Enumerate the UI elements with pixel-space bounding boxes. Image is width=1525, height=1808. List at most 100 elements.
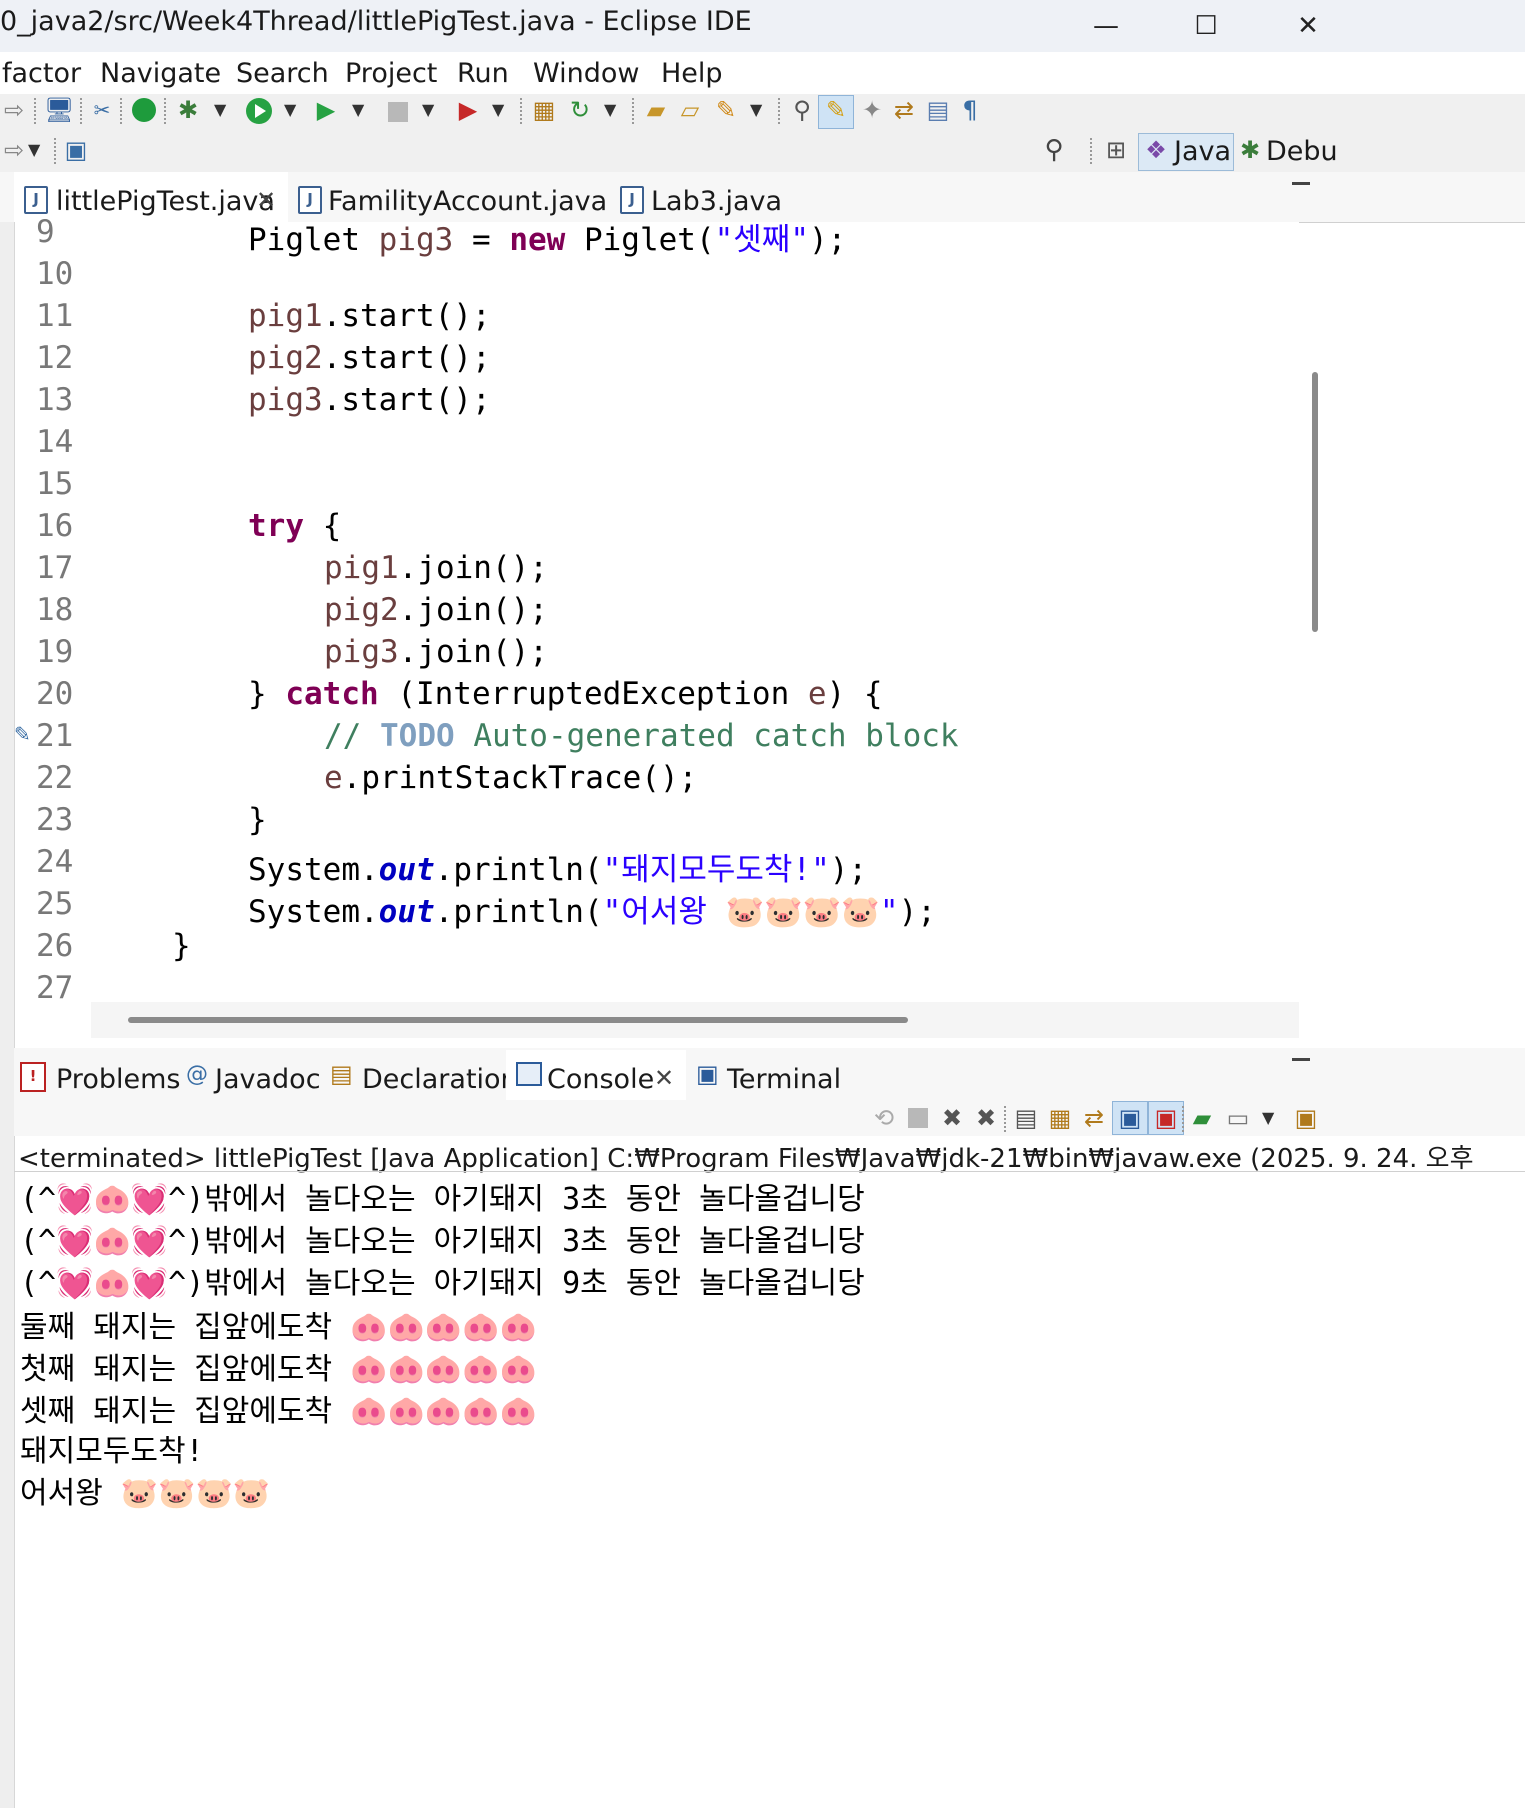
open-console-icon[interactable]: ▣ <box>1292 1104 1320 1132</box>
line-number: 24 <box>36 844 74 880</box>
code-line-24: System.out.println("돼지모두도착!"); <box>248 852 868 888</box>
remove-all-icon[interactable]: ✖ <box>972 1104 1000 1132</box>
toolbar-separator <box>520 98 524 124</box>
menu-help[interactable]: Help <box>661 58 723 89</box>
tools-icon[interactable]: ✂ <box>88 96 116 124</box>
line-number: 16 <box>36 508 74 544</box>
console-output-line: 돼지모두도착! <box>20 1434 204 1469</box>
mark-occurrences-icon[interactable]: ✦ <box>858 96 886 124</box>
line-number: 20 <box>36 676 74 712</box>
chevron-down-icon[interactable]: ▼ <box>750 100 762 119</box>
line-number: 27 <box>36 970 74 1006</box>
console-output-line: (^💓🐽💓^)밖에서 놀다오는 아기돼지 3초 동안 놀다올겁니당 <box>20 1224 865 1259</box>
code-line-19: pig3.join(); <box>324 634 548 670</box>
vertical-scrollbar[interactable] <box>1312 372 1318 632</box>
run-coverage-icon[interactable]: ▶ <box>312 96 340 124</box>
whitespace-icon[interactable]: ▤ <box>924 96 952 124</box>
java-file-icon: J <box>24 186 48 214</box>
minimize-view-icon[interactable] <box>1292 1058 1310 1061</box>
line-number: 9 <box>36 214 55 250</box>
pin-console-icon[interactable]: ▰ <box>1188 1104 1216 1132</box>
pilcrow-icon[interactable]: ¶ <box>956 96 984 124</box>
maximize-button[interactable]: ☐ <box>1176 4 1236 48</box>
display-console-icon[interactable]: ▭ <box>1224 1104 1252 1132</box>
redo-icon[interactable]: ⇨ <box>0 96 28 124</box>
chevron-down-icon[interactable]: ▼ <box>422 100 434 119</box>
terminate-icon[interactable] <box>908 1108 928 1128</box>
window-title: 0_java2/src/Week4Thread/littlePigTest.ja… <box>0 6 752 37</box>
horizontal-scrollbar[interactable] <box>128 1017 908 1023</box>
code-line-11: pig1.start(); <box>248 298 491 334</box>
line-number: 13 <box>36 382 74 418</box>
new-package-icon[interactable]: ▦ <box>530 96 558 124</box>
open-folder-icon[interactable]: ▱ <box>676 96 704 124</box>
close-window-button[interactable]: ✕ <box>1278 4 1338 48</box>
debug-bug-icon[interactable]: ✱ <box>174 96 202 124</box>
remove-launch-icon[interactable]: ✖ <box>938 1104 966 1132</box>
brush-icon[interactable]: ✎ <box>712 96 740 124</box>
external-tools-icon[interactable]: ▶ <box>454 96 482 124</box>
code-line-23: } <box>248 802 267 838</box>
tab-label: Console <box>547 1064 655 1095</box>
code-line-26: } <box>172 928 191 964</box>
minimize-button[interactable]: — <box>1076 4 1136 48</box>
debug-perspective-icon[interactable]: ✱ <box>1236 136 1264 164</box>
desktop-icon[interactable]: 🖥 <box>44 96 74 124</box>
code-line-17: pig1.join(); <box>324 550 548 586</box>
toolbar-separator <box>1090 138 1094 164</box>
menu-window[interactable]: Window <box>533 58 639 89</box>
menu-refactor[interactable]: factor <box>2 58 81 89</box>
power-icon[interactable] <box>132 98 156 122</box>
new-window-icon[interactable]: ▣ <box>62 136 90 164</box>
chevron-down-icon[interactable]: ▼ <box>214 100 226 119</box>
code-line-13: pig3.start(); <box>248 382 491 418</box>
chevron-down-icon[interactable]: ▼ <box>492 100 504 119</box>
java-perspective-label: Java <box>1174 136 1232 167</box>
chevron-down-icon[interactable]: ▼ <box>28 140 40 159</box>
console-icon <box>516 1062 542 1086</box>
tab-label: Declaration <box>362 1064 518 1095</box>
close-icon[interactable]: ✕ <box>256 186 276 214</box>
toolbar-separator <box>120 98 124 124</box>
console-launch-header: <terminated> littlePigTest [Java Applica… <box>18 1144 1474 1174</box>
menu-run[interactable]: Run <box>457 58 509 89</box>
main-toolbar <box>0 94 1525 132</box>
java-file-icon: J <box>298 186 322 214</box>
open-type-icon[interactable]: ▰ <box>642 96 670 124</box>
close-icon[interactable]: ✕ <box>654 1064 674 1092</box>
line-number: 17 <box>36 550 74 586</box>
word-wrap-icon[interactable]: ⇄ <box>1080 1104 1108 1132</box>
chevron-down-icon[interactable]: ▼ <box>604 100 616 119</box>
chevron-down-icon[interactable]: ▼ <box>284 100 296 119</box>
code-line-22: e.printStackTrace(); <box>324 760 698 796</box>
refresh-icon[interactable]: ↻ <box>566 96 594 124</box>
task-marker-icon[interactable]: ✎ <box>14 722 31 746</box>
forward-icon[interactable]: ⇨ <box>0 136 28 164</box>
declaration-icon: ▤ <box>330 1060 353 1088</box>
chevron-down-icon[interactable]: ▼ <box>1262 1108 1274 1127</box>
clear-console-icon[interactable]: ▤ <box>1012 1104 1040 1132</box>
menu-project[interactable]: Project <box>345 58 437 89</box>
play-glyph-icon <box>255 104 266 118</box>
line-number: 19 <box>36 634 74 670</box>
problems-icon: ! <box>20 1062 46 1092</box>
scroll-lock-icon[interactable]: ▦ <box>1046 1104 1074 1132</box>
search-help-icon[interactable]: ⚲ <box>788 96 816 124</box>
chevron-down-icon[interactable]: ▼ <box>352 100 364 119</box>
compare-icon[interactable]: ⇄ <box>890 96 918 124</box>
debug-perspective-label[interactable]: Debu <box>1266 136 1338 167</box>
open-perspective-icon[interactable]: ⊞ <box>1102 136 1130 164</box>
console-output-line: 첫째 돼지는 집앞에도착 🐽🐽🐽🐽🐽 <box>20 1352 537 1387</box>
stop-icon[interactable] <box>388 102 408 122</box>
toolbar-separator <box>34 98 38 124</box>
line-number: 12 <box>36 340 74 376</box>
tab-label: littlePigTest.java <box>56 186 275 217</box>
menu-search[interactable]: Search <box>236 58 329 89</box>
menu-navigate[interactable]: Navigate <box>100 58 221 89</box>
code-line-18: pig2.join(); <box>324 592 548 628</box>
code-line-9: Piglet pig3 = new Piglet("셋째"); <box>248 222 847 258</box>
search-icon[interactable]: ⚲ <box>1040 136 1068 164</box>
console-output-line: (^💓🐽💓^)밖에서 놀다오는 아기돼지 9초 동안 놀다올겁니당 <box>20 1266 865 1301</box>
minimize-view-icon[interactable] <box>1292 182 1310 185</box>
pin-icon[interactable]: ⟲ <box>870 1104 898 1132</box>
